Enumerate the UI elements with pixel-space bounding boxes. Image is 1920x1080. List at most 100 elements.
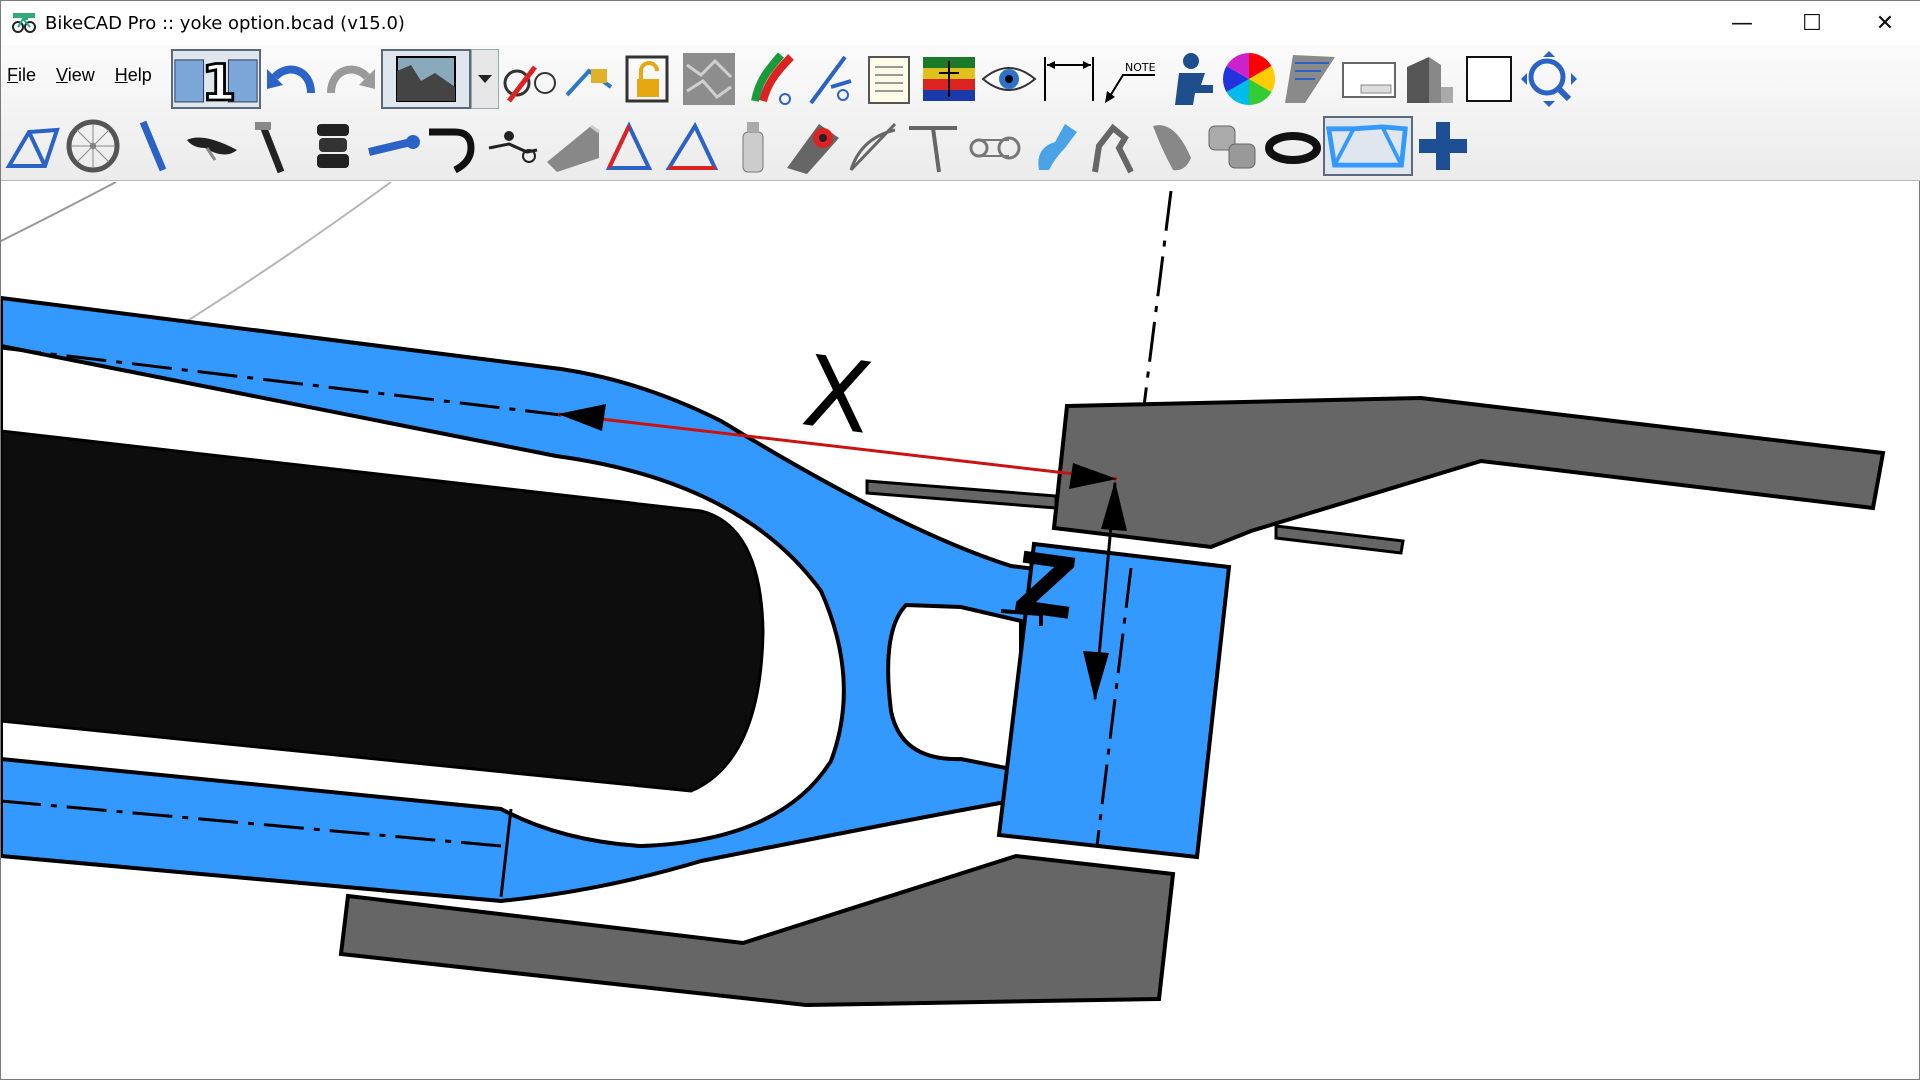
construction-curve [1,182,117,242]
drivetrain-icon [969,136,1021,160]
frame-button[interactable] [3,116,63,176]
derailleur-button[interactable] [1083,116,1143,176]
tube-cut-button[interactable] [1143,116,1203,176]
redo-button[interactable] [321,49,381,109]
menu-view[interactable]: View [56,65,95,86]
menu-view-mnemonic: V [56,65,68,85]
bike-arrow-button[interactable] [499,49,559,109]
drawing-canvas[interactable]: X Z [1,182,1920,1080]
tube-button[interactable] [543,116,603,176]
seatpost-button[interactable] [243,116,303,176]
toolbar-row-1: 1 NOTE [171,47,1579,111]
close-button[interactable]: ✕ [1849,1,1920,45]
cad-block-button[interactable] [1399,49,1459,109]
rider-position-icon [488,131,538,163]
stem-button[interactable] [363,116,423,176]
panel-button[interactable] [1339,49,1399,109]
flag-button[interactable] [919,49,979,109]
add-button[interactable] [1413,116,1473,176]
toolbar-row-2 [3,113,1473,179]
redo-icon [327,65,375,94]
saddle-button[interactable] [183,116,243,176]
tube-icon [547,124,600,172]
axle-rod-right [1274,524,1405,555]
headset-button[interactable] [303,116,363,176]
wheel-icon [66,119,120,173]
maximize-button[interactable]: ☐ [1777,1,1847,45]
silhouette-dropdown[interactable] [471,49,499,109]
rider-button[interactable] [1159,49,1219,109]
wheel-button[interactable] [63,116,123,176]
eye-button[interactable] [979,49,1039,109]
cad-block-icon [1407,57,1453,103]
ruler-button[interactable] [1279,49,1339,109]
brake-button[interactable] [1023,116,1083,176]
blank-box-button[interactable] [1459,49,1519,109]
handlebar-button[interactable] [423,116,483,176]
angle-button[interactable] [843,116,903,176]
blank-box-icon [1466,56,1512,102]
close-icon: ✕ [1875,10,1895,36]
frame-red-2-button[interactable] [663,116,723,176]
dimension-x-label: X [796,335,878,457]
tire-button[interactable] [783,116,843,176]
flag-icon [923,57,975,101]
frame-red-button[interactable] [603,116,663,176]
rider-icon [1175,53,1213,105]
bearing-icon [1208,125,1256,169]
paint-button[interactable] [739,49,799,109]
panel-icon [1342,62,1396,98]
t-square-button[interactable] [903,116,963,176]
bearing-button[interactable] [1203,116,1263,176]
minimize-button[interactable]: — [1707,1,1777,45]
silhouette-button[interactable] [381,49,471,109]
padlock-icon [625,55,669,103]
chainring-button[interactable] [1263,116,1323,176]
menu-file-mnemonic: F [7,65,18,85]
handlebar-icon [429,128,475,174]
menu-view-label: iew [67,65,95,85]
dimension-button[interactable] [1039,49,1099,109]
color-wheel-button[interactable] [1219,49,1279,109]
zoom-fit-icon [1521,51,1577,107]
lock-bike-button[interactable] [559,49,619,109]
fork-button[interactable] [123,116,183,176]
compass-button[interactable] [799,49,859,109]
yoke-hole [886,602,1023,774]
axle-rod [865,479,1058,510]
note-button[interactable]: NOTE [1099,49,1159,109]
window-title: BikeCAD Pro :: yoke option.bcad (v15.0) [45,12,405,34]
texture-button[interactable] [679,49,739,109]
padlock-button[interactable] [619,49,679,109]
compass-icon [809,55,852,105]
eye-icon [981,67,1037,91]
derailleur-icon [1092,123,1134,174]
rider-position-button[interactable] [483,116,543,176]
silhouette-icon [396,56,456,102]
headset-icon [317,124,349,168]
angle-icon [849,122,897,172]
saddle-icon [187,137,237,161]
menu-file-label: ile [18,65,37,85]
bikecad-app-icon [12,13,36,33]
one-up-icon: 1 [174,53,258,107]
t-square-icon [909,126,957,173]
zoom-fit-button[interactable] [1519,49,1579,109]
menu-help-mnemonic: H [114,65,128,85]
texture-icon [683,53,735,105]
undo-button[interactable] [261,49,321,109]
frame-icon [5,127,60,168]
fork-icon [139,120,167,172]
bottle-button[interactable] [723,116,783,176]
drivetrain-button[interactable] [963,116,1023,176]
menu-file[interactable]: File [7,65,36,86]
ruler-icon [1285,55,1335,103]
maximize-icon: ☐ [1802,10,1822,36]
minimize-icon: — [1731,10,1753,36]
yoke-frame-button[interactable] [1323,116,1413,176]
notepad-button[interactable] [859,49,919,109]
paint-icon [751,52,794,105]
menu-help[interactable]: Help [115,65,152,86]
brake-icon [1038,124,1077,170]
one-up-button[interactable]: 1 [171,49,261,109]
